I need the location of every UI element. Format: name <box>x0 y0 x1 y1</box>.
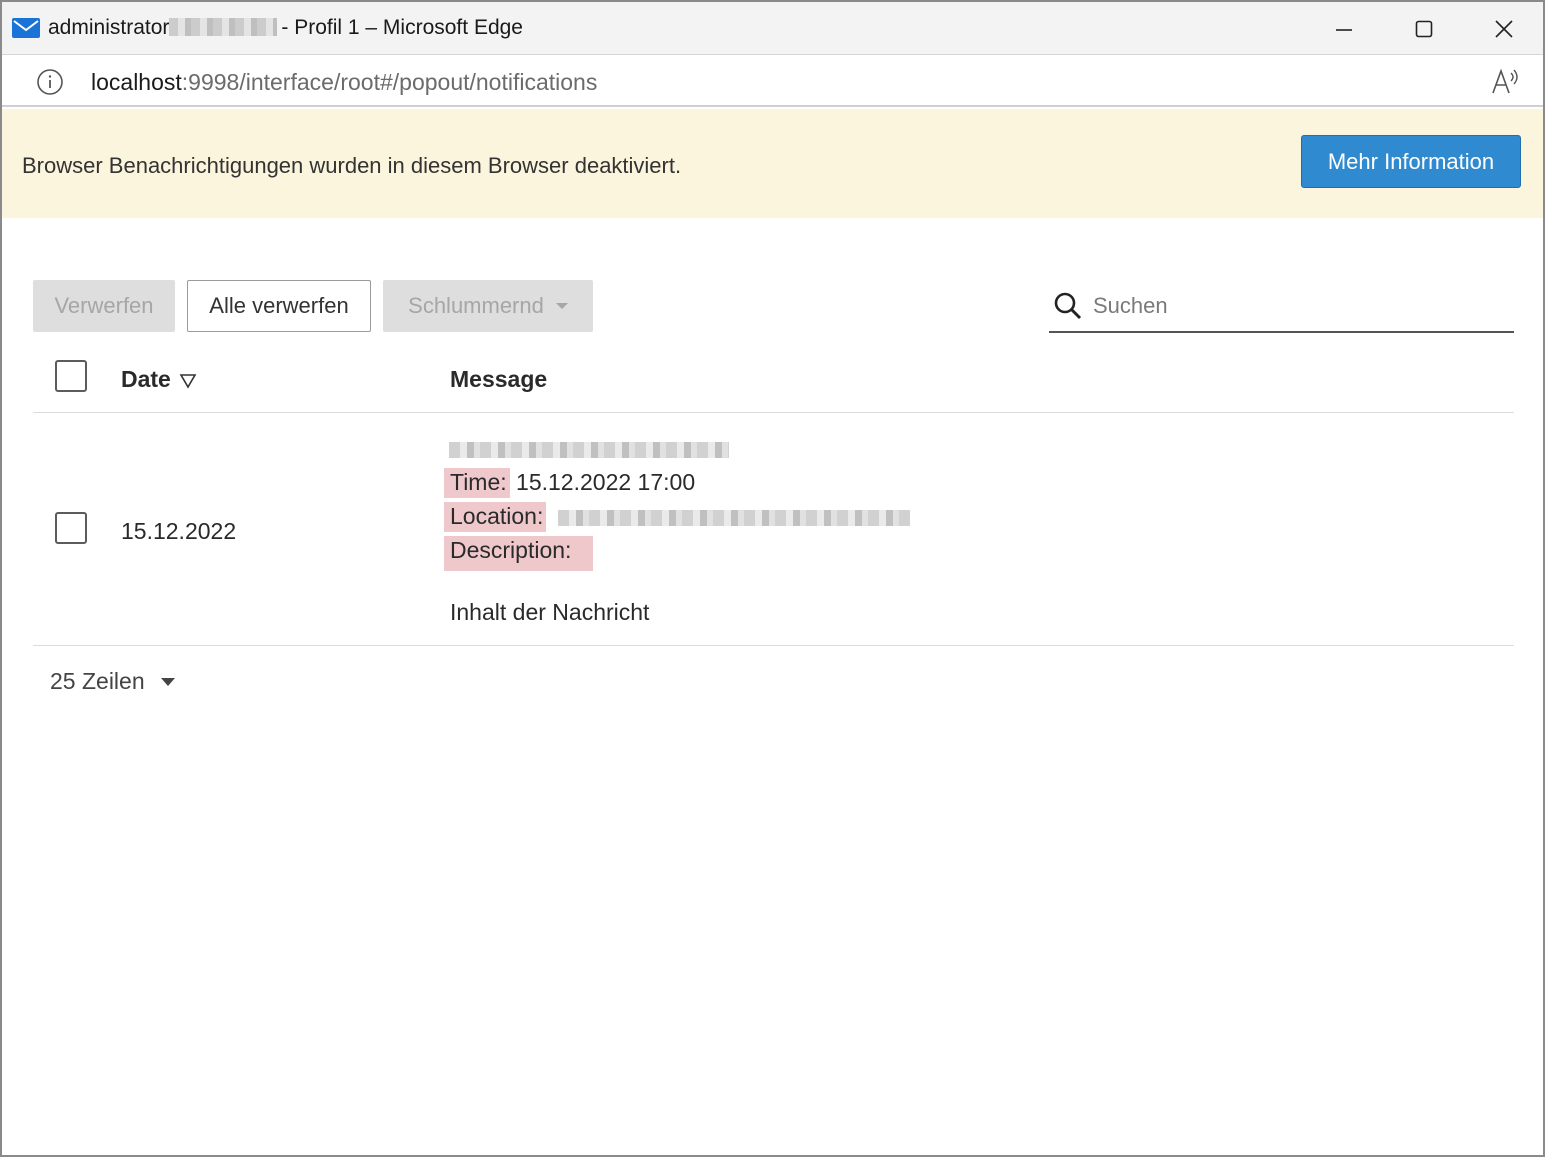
redacted-text <box>449 442 729 458</box>
search-box[interactable] <box>1049 283 1514 333</box>
minimize-button[interactable] <box>1304 2 1384 55</box>
info-icon[interactable] <box>36 68 64 96</box>
window-title-user: administrator <box>48 16 170 39</box>
snooze-label: Schlummernd <box>408 293 544 318</box>
caret-down-icon <box>160 677 175 686</box>
snooze-dropdown[interactable]: Schlummernd <box>383 280 593 332</box>
select-all-checkbox[interactable] <box>55 360 87 392</box>
maximize-icon <box>1415 20 1433 37</box>
row-date: 15.12.2022 <box>121 518 237 544</box>
time-label: Time: <box>444 468 510 498</box>
more-information-button[interactable]: Mehr Information <box>1301 135 1521 188</box>
date-column-header[interactable]: Date <box>121 366 197 393</box>
maximize-button[interactable] <box>1384 2 1464 55</box>
mail-icon <box>12 18 40 38</box>
row-divider <box>33 645 1514 646</box>
dismiss-button[interactable]: Verwerfen <box>33 280 175 332</box>
location-line: Location: <box>444 502 547 532</box>
description-label: Description: <box>444 536 594 571</box>
close-icon <box>1495 19 1513 38</box>
message-content: Inhalt der Nachricht <box>450 599 650 625</box>
time-line: Time: 15.12.2022 17:00 <box>444 468 696 498</box>
redacted-text <box>558 510 910 526</box>
sort-descending-icon <box>179 374 197 389</box>
search-icon <box>1054 292 1082 320</box>
message-column-header: Message <box>450 366 548 392</box>
url-text[interactable]: localhost:9998/interface/root#/popout/no… <box>91 69 597 96</box>
window-title: administrator - Profil 1 – Microsoft Edge <box>48 16 523 40</box>
time-value: 15.12.2022 17:00 <box>516 469 696 495</box>
caret-down-icon <box>555 303 568 309</box>
title-bar: administrator - Profil 1 – Microsoft Edge <box>2 2 1543 55</box>
minimize-icon <box>1336 28 1352 31</box>
url-host: localhost <box>91 69 182 95</box>
address-bar[interactable]: localhost:9998/interface/root#/popout/no… <box>2 56 1543 107</box>
rows-per-page-dropdown[interactable]: 25 Zeilen <box>50 668 175 695</box>
url-path: :9998/interface/root#/popout/notificatio… <box>181 69 598 95</box>
banner-message: Browser Benachrichtigungen wurden in die… <box>22 153 682 178</box>
read-aloud-icon[interactable] <box>1490 67 1522 97</box>
location-label: Location: <box>444 502 547 532</box>
rows-per-page-label: 25 Zeilen <box>50 668 145 694</box>
header-divider <box>33 412 1514 413</box>
close-button[interactable] <box>1464 2 1544 55</box>
description-line: Description: <box>444 536 594 571</box>
search-input[interactable] <box>1093 289 1503 323</box>
dismiss-all-button[interactable]: Alle verwerfen <box>187 280 371 332</box>
row-checkbox[interactable] <box>55 512 87 544</box>
date-header-label: Date <box>121 366 171 392</box>
window-title-suffix: - Profil 1 – Microsoft Edge <box>281 16 523 39</box>
redacted-text <box>169 18 278 36</box>
